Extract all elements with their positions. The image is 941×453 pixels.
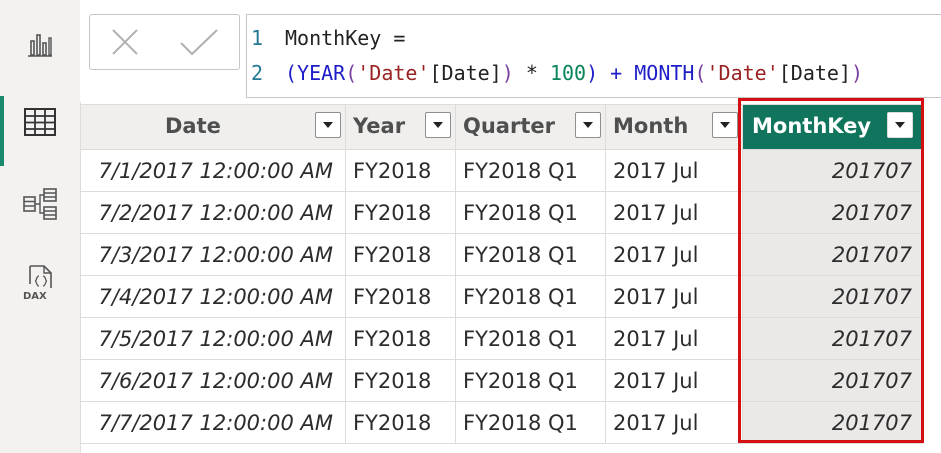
cell-date[interactable]: 7/7/2017 12:00:00 AM	[80, 401, 346, 444]
column-ref: [Date]	[778, 61, 851, 85]
column-header-label: Month	[613, 114, 689, 138]
formula-line-1: 1 MonthKey =	[251, 23, 405, 53]
data-view-icon	[24, 108, 56, 136]
column-header-year[interactable]: Year	[345, 104, 456, 150]
column-header-label: Date	[165, 114, 221, 138]
table-row: 7/4/2017 12:00:00 AM FY2018 FY2018 Q1 20…	[80, 275, 923, 318]
dax-query-view-icon: DAX	[23, 265, 52, 302]
cell-month[interactable]: 2017 Jul	[605, 233, 743, 276]
cell-year[interactable]: FY2018	[345, 359, 456, 402]
function-year: YEAR	[297, 61, 346, 85]
cell-monthkey[interactable]: 201707	[742, 233, 923, 276]
paren: (	[694, 61, 707, 85]
column-header-monthkey[interactable]: MonthKey	[742, 104, 923, 150]
paren: )	[501, 61, 514, 85]
chevron-down-icon[interactable]	[315, 112, 341, 138]
view-rail: DAX	[0, 0, 81, 453]
cell-year[interactable]: FY2018	[345, 317, 456, 360]
chevron-down-icon[interactable]	[887, 112, 913, 138]
cell-monthkey[interactable]: 201707	[742, 359, 923, 402]
cell-quarter[interactable]: FY2018 Q1	[455, 317, 606, 360]
model-view-button[interactable]	[0, 168, 80, 240]
cancel-icon[interactable]	[110, 27, 140, 57]
cell-date[interactable]: 7/4/2017 12:00:00 AM	[80, 275, 346, 318]
table-ref: 'Date'	[706, 61, 779, 85]
cell-quarter[interactable]: FY2018 Q1	[455, 359, 606, 402]
cell-date[interactable]: 7/3/2017 12:00:00 AM	[80, 233, 346, 276]
chevron-down-icon[interactable]	[575, 112, 601, 138]
chevron-down-icon[interactable]	[712, 112, 738, 138]
operator: ) +	[586, 61, 635, 85]
cell-month[interactable]: 2017 Jul	[605, 317, 743, 360]
table-row: 7/6/2017 12:00:00 AM FY2018 FY2018 Q1 20…	[80, 359, 923, 402]
cell-monthkey[interactable]: 201707	[742, 317, 923, 360]
cell-month[interactable]: 2017 Jul	[605, 275, 743, 318]
cell-quarter[interactable]: FY2018 Q1	[455, 275, 606, 318]
cell-month[interactable]: 2017 Jul	[605, 359, 743, 402]
column-header-month[interactable]: Month	[605, 104, 743, 150]
cell-year[interactable]: FY2018	[345, 149, 456, 192]
column-header-date[interactable]: Date	[80, 104, 346, 150]
formula-line-2: 2 (YEAR('Date'[Date]) * 100) + MONTH('Dat…	[251, 58, 863, 88]
formula-commit-controls	[89, 14, 240, 70]
cell-year[interactable]: FY2018	[345, 275, 456, 318]
paren: (	[285, 61, 298, 85]
cell-year[interactable]: FY2018	[345, 191, 456, 234]
cell-date[interactable]: 7/2/2017 12:00:00 AM	[80, 191, 346, 234]
table-row: 7/1/2017 12:00:00 AM FY2018 FY2018 Q1 20…	[80, 149, 923, 192]
report-view-button[interactable]	[0, 8, 80, 80]
operator: *	[513, 61, 550, 85]
function-month: MONTH	[634, 61, 695, 85]
dax-formula-editor[interactable]: 1 MonthKey = 2 (YEAR('Date'[Date]) * 100) …	[246, 14, 941, 98]
table-row: 7/5/2017 12:00:00 AM FY2018 FY2018 Q1 20…	[80, 317, 923, 360]
column-ref: [Date]	[429, 61, 502, 85]
cell-date[interactable]: 7/1/2017 12:00:00 AM	[80, 149, 346, 192]
data-grid: Date Year Quarter Month MonthKey 7/1/201…	[80, 104, 941, 453]
cell-monthkey[interactable]: 201707	[742, 191, 923, 234]
table-row: 7/2/2017 12:00:00 AM FY2018 FY2018 Q1 20…	[80, 191, 923, 234]
table-row: 7/7/2017 12:00:00 AM FY2018 FY2018 Q1 20…	[80, 401, 923, 444]
cell-year[interactable]: FY2018	[345, 233, 456, 276]
data-table: Date Year Quarter Month MonthKey 7/1/201…	[80, 104, 923, 444]
cell-quarter[interactable]: FY2018 Q1	[455, 233, 606, 276]
cell-month[interactable]: 2017 Jul	[605, 149, 743, 192]
paren: (	[345, 61, 358, 85]
line-number: 2	[251, 61, 264, 85]
chevron-down-icon[interactable]	[425, 112, 451, 138]
cell-date[interactable]: 7/6/2017 12:00:00 AM	[80, 359, 346, 402]
cell-month[interactable]: 2017 Jul	[605, 191, 743, 234]
column-header-label: MonthKey	[752, 114, 872, 138]
model-view-icon	[23, 188, 57, 220]
cell-quarter[interactable]: FY2018 Q1	[455, 149, 606, 192]
cell-monthkey[interactable]: 201707	[742, 401, 923, 444]
cell-monthkey[interactable]: 201707	[742, 149, 923, 192]
column-header-label: Quarter	[463, 114, 555, 138]
dax-label: DAX	[23, 291, 47, 302]
table-ref: 'Date'	[357, 61, 430, 85]
column-header-label: Year	[353, 114, 406, 138]
table-row: 7/3/2017 12:00:00 AM FY2018 FY2018 Q1 20…	[80, 233, 923, 276]
report-view-icon	[28, 34, 52, 57]
cell-year[interactable]: FY2018	[345, 401, 456, 444]
paren: )	[851, 61, 864, 85]
line-number: 1	[251, 26, 264, 50]
data-view-button[interactable]	[0, 86, 80, 166]
commit-check-icon[interactable]	[179, 27, 219, 57]
dax-query-view-button[interactable]: DAX	[0, 248, 80, 320]
formula-text: MonthKey =	[285, 26, 406, 50]
cell-month[interactable]: 2017 Jul	[605, 401, 743, 444]
cell-date[interactable]: 7/5/2017 12:00:00 AM	[80, 317, 346, 360]
column-header-quarter[interactable]: Quarter	[455, 104, 606, 150]
cell-quarter[interactable]: FY2018 Q1	[455, 191, 606, 234]
cell-monthkey[interactable]: 201707	[742, 275, 923, 318]
number-literal: 100	[549, 61, 587, 85]
cell-quarter[interactable]: FY2018 Q1	[455, 401, 606, 444]
